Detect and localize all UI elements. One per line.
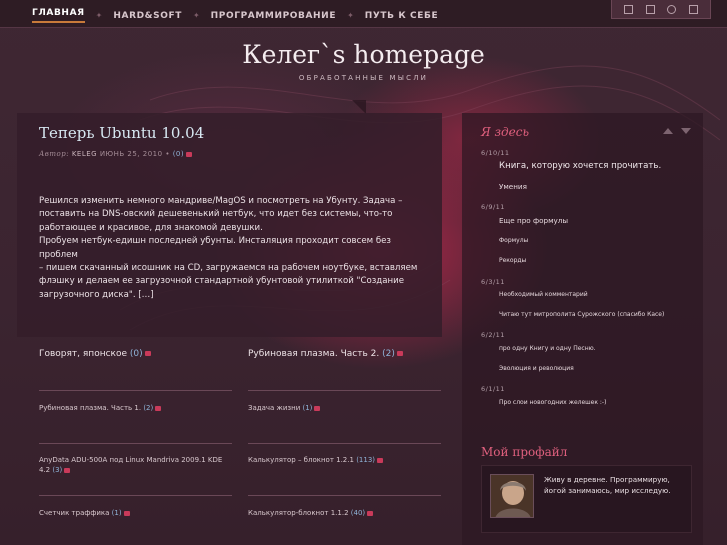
scroll-down-icon[interactable] — [681, 128, 691, 134]
comment-count[interactable]: (2) — [143, 404, 153, 412]
feed-link[interactable]: Читаю тут митрополита Сурожского (спасиб… — [499, 311, 664, 318]
feed-date: 6/10/11 — [481, 149, 510, 157]
feed-link[interactable]: Умения — [499, 182, 527, 191]
excerpt-line: работающее и красивое, для знакомой деву… — [39, 222, 263, 233]
nav-separator-icon: ✦ — [95, 11, 103, 20]
post-excerpt: Решился изменить немного мандриве/MagOS … — [39, 195, 421, 302]
post-link[interactable]: Калькулятор-блокнот 1.1.2 — [248, 509, 349, 517]
search-icon[interactable] — [667, 4, 677, 14]
post-link[interactable]: Задача жизни — [248, 404, 300, 412]
post-link[interactable]: Калькулятор – блокнот 1.2.1 — [248, 456, 354, 464]
divider — [39, 390, 232, 391]
comment-count[interactable]: (40) — [351, 509, 365, 517]
feed-date: 6/1/11 — [481, 385, 505, 393]
divider — [248, 390, 441, 391]
comment-icon — [64, 467, 71, 473]
post-list-item: Рубиновая плазма. Часть 1. (2) — [39, 403, 232, 413]
scroll-up-icon[interactable] — [663, 128, 673, 134]
comment-count[interactable]: (1) — [303, 404, 313, 412]
post-list-item: Счетчик траффика (1) — [39, 508, 232, 518]
nav-item-home[interactable]: ГЛАВНАЯ — [32, 8, 85, 23]
comment-count[interactable]: (3) — [52, 466, 62, 474]
post-list-item: AnyData ADU-500A под Linux Mandriva 2009… — [39, 455, 232, 475]
nav-separator-icon: ✦ — [347, 11, 354, 20]
feed-link[interactable]: Еще про формулы — [499, 216, 568, 225]
avatar-photo-icon — [491, 475, 533, 517]
excerpt-line: – пишем скачанный исошник на CD, загружа… — [39, 263, 418, 274]
excerpt-line: поставить на DNS-овский дешевенький нетб… — [39, 209, 393, 220]
comment-icon — [377, 457, 384, 463]
top-navigation-bar: ГЛАВНАЯ ✦ HARD&SOFT ✦ ПРОГРАММИРОВАНИЕ ✦… — [0, 0, 727, 28]
profile-description: Живу в деревне. Программирую, йогой зани… — [544, 475, 671, 495]
rss-icon[interactable] — [624, 4, 634, 14]
comment-count[interactable]: (113) — [356, 456, 375, 464]
feed-date: 6/9/11 — [481, 203, 505, 211]
feed-link[interactable]: про одну Книгу и одну Песню. — [499, 345, 596, 352]
post-meta: Автор: KELEG ИЮНЬ 25, 2010 • (0) — [39, 150, 193, 158]
comment-count[interactable]: (2) — [382, 349, 395, 359]
divider — [39, 495, 232, 496]
post-link[interactable]: Говорят, японское — [39, 349, 127, 359]
comment-icon — [314, 405, 321, 411]
resize-icon[interactable] — [645, 4, 655, 14]
post-list-item: Рубиновая плазма. Часть 2. (2) — [248, 349, 441, 359]
feed-link[interactable]: Необходимый комментарий — [499, 291, 588, 298]
search-field-icon[interactable] — [688, 4, 698, 14]
feed-date: 6/3/11 — [481, 278, 505, 286]
comment-count[interactable]: (0) — [130, 349, 143, 359]
comment-icon — [396, 351, 403, 356]
post-title[interactable]: Теперь Ubuntu 10.04 — [39, 124, 204, 142]
site-title[interactable]: Келег`s homepage — [0, 40, 727, 69]
author-link[interactable]: KELEG — [72, 150, 97, 158]
post-link[interactable]: Счетчик траффика — [39, 509, 109, 517]
excerpt-line: Решился изменить немного мандриве/MagOS … — [39, 196, 403, 206]
post-list-item: Калькулятор-блокнот 1.1.2 (40) — [248, 508, 441, 518]
comment-icon — [367, 510, 374, 516]
feed-link[interactable]: Книга, которую хочется прочитать. — [499, 161, 661, 171]
comment-icon — [186, 151, 193, 157]
post-link[interactable]: Рубиновая плазма. Часть 2. — [248, 349, 379, 359]
post-date: ИЮНЬ 25, 2010 — [99, 150, 163, 158]
comment-icon — [144, 351, 151, 356]
post-list-item: Задача жизни (1) — [248, 403, 441, 413]
excerpt-line: флэшку и делаем ее загрузочной стандартн… — [39, 276, 405, 287]
comment-icon — [123, 510, 130, 516]
sidebar-heading-profile: Мой профайл — [481, 445, 568, 459]
nav-item-programming[interactable]: ПРОГРАММИРОВАНИЕ — [211, 11, 336, 21]
nav-item-hardsoft[interactable]: HARD&SOFT — [113, 11, 182, 21]
nav-item-path[interactable]: ПУТЬ К СЕБЕ — [365, 11, 438, 21]
post-list-item: Калькулятор – блокнот 1.2.1 (113) — [248, 455, 441, 465]
meta-bullet: • — [165, 150, 170, 158]
sidebar-heading-here: Я здесь — [481, 125, 530, 139]
feed-link[interactable]: Рекорды — [499, 257, 526, 264]
comment-count[interactable]: (1) — [112, 509, 122, 517]
feed-link[interactable]: Про слои новогодних желешек :-) — [499, 399, 606, 406]
feed-link[interactable]: Формулы — [499, 237, 528, 244]
nav-separator-icon: ✦ — [192, 11, 200, 20]
excerpt-line: Пробуем нетбук-едишн последней убунты. И… — [39, 236, 391, 260]
divider — [248, 495, 441, 496]
site-subtitle: ОБРАБОТАННЫЕ МЫСЛИ — [298, 74, 429, 82]
post-list-item: Говорят, японское (0) — [39, 349, 232, 359]
comment-icon — [155, 405, 162, 411]
divider — [39, 443, 232, 444]
feed-link[interactable]: Эволюция и революция — [499, 365, 574, 372]
comment-count[interactable]: (0) — [173, 150, 184, 158]
divider — [248, 443, 441, 444]
toolbox — [611, 0, 711, 19]
excerpt-line: загрузочного диска". […] — [39, 289, 154, 300]
feed-date: 6/2/11 — [481, 331, 505, 339]
author-label: Автор: — [39, 150, 70, 158]
avatar[interactable] — [490, 474, 534, 518]
post-link[interactable]: Рубиновая плазма. Часть 1. — [39, 404, 141, 412]
main-nav: ГЛАВНАЯ ✦ HARD&SOFT ✦ ПРОГРАММИРОВАНИЕ ✦… — [32, 8, 438, 23]
